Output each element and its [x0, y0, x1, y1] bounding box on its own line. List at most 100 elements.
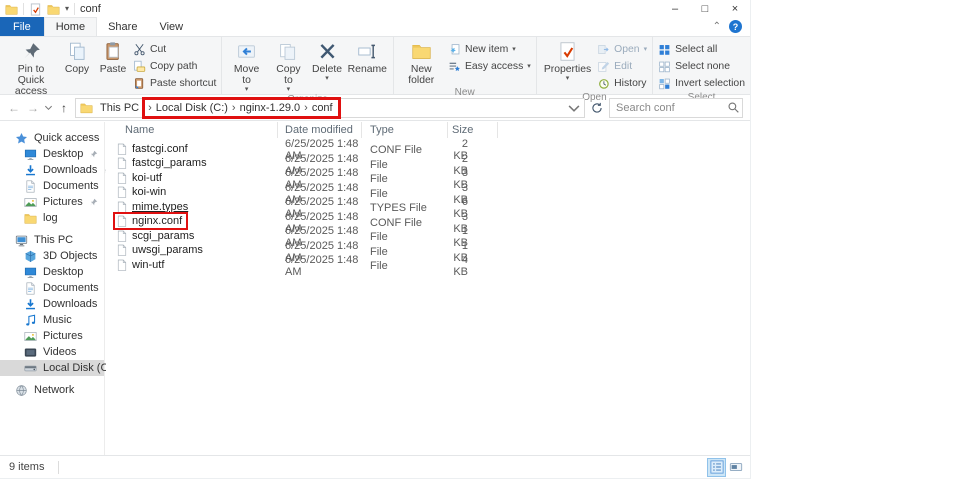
sidebar-item-desktop[interactable]: Desktop [0, 146, 104, 162]
tab-view[interactable]: View [148, 17, 194, 36]
invert-selection-button[interactable]: Invert selection [656, 76, 747, 91]
file-name[interactable]: scgi_params [132, 230, 194, 242]
column-header-date-modified[interactable]: Date modified [278, 122, 362, 138]
open-button[interactable]: Open▾ [595, 42, 649, 57]
downloads-icon [24, 164, 37, 177]
sidebar-item-network[interactable]: Network [0, 382, 104, 398]
pin-to-quick-access-button[interactable]: Pin to Quick access [3, 37, 59, 97]
properties-button[interactable]: Properties▾ [540, 37, 595, 82]
qat-new-folder-icon[interactable] [47, 3, 60, 16]
address-box[interactable]: This PC›Local Disk (C:)›nginx-1.29.0›con… [75, 98, 585, 118]
close-button[interactable]: × [720, 0, 750, 18]
tab-home[interactable]: Home [44, 17, 97, 36]
ribbon-group-organize: Move to▾ Copy to▾ Delete▾ Rename Organiz… [222, 37, 393, 94]
help-icon[interactable]: ? [729, 20, 742, 33]
address-dropdown-icon[interactable] [567, 102, 581, 114]
recent-locations-icon[interactable] [44, 103, 53, 112]
disk-icon [24, 362, 37, 375]
copy-to-button[interactable]: Copy to▾ [268, 37, 309, 93]
up-button[interactable]: ↑ [56, 101, 72, 115]
file-name[interactable]: koi-utf [132, 172, 162, 184]
search-input[interactable] [616, 102, 727, 114]
ribbon-group-select: Select all Select none Invert selection … [653, 37, 750, 94]
file-name-cell: koi-win [116, 186, 169, 198]
file-name-cell: mime.types [116, 201, 191, 213]
sidebar-item-pictures[interactable]: Pictures [0, 194, 104, 210]
refresh-button[interactable] [588, 99, 606, 117]
properties-icon [557, 41, 578, 62]
select-none-button[interactable]: Select none [656, 59, 747, 74]
sidebar-item-documents[interactable]: Documents [0, 178, 104, 194]
rename-button[interactable]: Rename [345, 37, 390, 75]
breadcrumb-segment[interactable]: This PC [97, 102, 142, 114]
sidebar-item-this-pc[interactable]: This PC [0, 232, 104, 248]
file-name[interactable]: mime.types [132, 201, 188, 213]
maximize-button[interactable]: □ [690, 0, 720, 18]
copy-path-button[interactable]: Copy path [131, 59, 218, 74]
file-name[interactable]: fastcgi_params [132, 157, 207, 169]
file-name[interactable]: nginx.conf [132, 215, 182, 227]
documents-icon [24, 282, 37, 295]
sidebar-item-quick-access[interactable]: Quick access [0, 130, 104, 146]
easy-access-button[interactable]: Easy access▾ [446, 59, 533, 74]
minimize-button[interactable]: – [660, 0, 690, 18]
paste-shortcut-button[interactable]: Paste shortcut [131, 76, 218, 91]
column-header-type[interactable]: Type [362, 122, 448, 138]
collapse-ribbon-icon[interactable]: ⌃ [713, 21, 721, 32]
details-view-button[interactable] [708, 459, 725, 476]
divider [23, 3, 24, 15]
column-header-name[interactable]: Name [106, 122, 278, 138]
sidebar-item-3d-objects[interactable]: 3D Objects [0, 248, 104, 264]
breadcrumb-segment[interactable]: nginx-1.29.0 [237, 102, 304, 114]
new-folder-icon [411, 41, 432, 62]
new-item-icon [448, 43, 461, 56]
sidebar-item-documents[interactable]: Documents [0, 280, 104, 296]
file-name[interactable]: uwsgi_params [132, 244, 203, 256]
new-item-button[interactable]: New item▾ [446, 42, 533, 57]
file-type: File [362, 231, 448, 243]
pinned-icon [89, 150, 98, 159]
file-row[interactable]: fastcgi.conf6/25/2025 1:48 AMCONF File2 … [106, 138, 750, 153]
search-icon[interactable] [727, 101, 740, 114]
sidebar-item-downloads[interactable]: Downloads [0, 296, 104, 312]
desktop-icon [24, 148, 37, 161]
paste-button[interactable]: Paste [95, 37, 131, 75]
sidebar-item-local-disk-c-[interactable]: Local Disk (C:) [0, 360, 104, 376]
thumbnails-view-icon [729, 460, 743, 474]
edit-button[interactable]: Edit [595, 59, 649, 74]
file-name[interactable]: win-utf [132, 259, 164, 271]
sidebar-item-desktop[interactable]: Desktop [0, 264, 104, 280]
pin-icon [21, 41, 42, 62]
cut-button[interactable]: Cut [131, 42, 218, 57]
breadcrumb-segment[interactable]: Local Disk (C:) [153, 102, 231, 114]
file-icon [117, 201, 127, 213]
file-icon [117, 215, 127, 227]
history-button[interactable]: History [595, 76, 649, 91]
breadcrumb-segment[interactable]: conf [309, 102, 336, 114]
tab-share[interactable]: Share [97, 17, 148, 36]
pictures-icon [24, 330, 37, 343]
copy-button[interactable]: Copy [59, 37, 95, 75]
thumbnails-view-button[interactable] [727, 459, 744, 476]
tab-file[interactable]: File [0, 17, 44, 36]
sidebar-item-videos[interactable]: Videos [0, 344, 104, 360]
column-header-size[interactable]: Size [448, 122, 498, 138]
back-button[interactable]: ← [6, 101, 22, 115]
qat-customize-arrow-icon[interactable]: ▾ [65, 5, 69, 13]
file-name[interactable]: fastcgi.conf [132, 143, 188, 155]
sidebar-item-music[interactable]: Music [0, 312, 104, 328]
sidebar-item-pictures[interactable]: Pictures [0, 328, 104, 344]
delete-button[interactable]: Delete▾ [309, 37, 345, 82]
qat-properties-icon[interactable] [29, 3, 42, 16]
select-all-button[interactable]: Select all [656, 42, 747, 57]
new-folder-button[interactable]: New folder [397, 37, 446, 86]
documents-icon [24, 180, 37, 193]
move-to-button[interactable]: Move to▾ [225, 37, 267, 93]
file-name-cell: win-utf [116, 259, 167, 271]
file-type: File [362, 260, 448, 272]
forward-button[interactable]: → [25, 101, 41, 115]
column-headers: Name Date modified Type Size [106, 122, 750, 138]
sidebar-item-log[interactable]: log [0, 210, 104, 226]
sidebar-item-downloads[interactable]: Downloads [0, 162, 104, 178]
file-name[interactable]: koi-win [132, 186, 166, 198]
